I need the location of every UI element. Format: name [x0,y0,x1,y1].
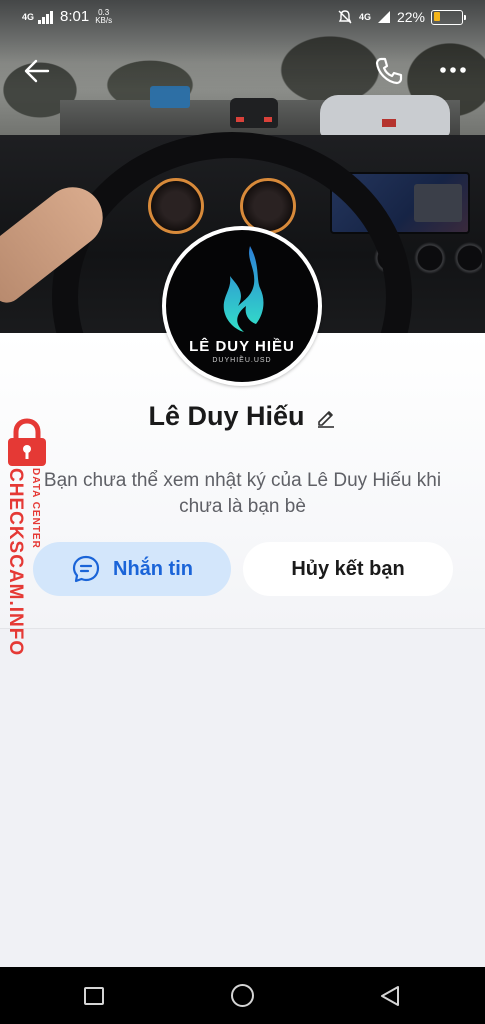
profile-name: Lê Duy Hiếu [148,400,305,431]
network-speed-unit: KB/s [95,15,113,25]
network-type: 4G [22,11,35,22]
padlock-icon [8,418,46,466]
battery-percent: 22% [396,9,425,25]
cover-car [230,98,278,128]
more-button[interactable] [438,60,468,80]
network-type-right: 4G [358,12,371,22]
battery-icon [431,9,466,25]
pencil-icon[interactable] [315,406,337,428]
status-left: 4G 8:01 0.3 KB/s [22,8,112,25]
battery-fill [433,12,440,21]
section-divider [0,628,485,629]
system-nav-bar [0,967,485,1024]
signal-icon [38,10,54,24]
status-bar: 4G 8:01 0.3 KB/s 4G 22% [0,0,485,38]
mute-icon [338,10,352,24]
back-button[interactable] [22,56,52,86]
flame-logo-icon [223,246,264,332]
arrow-left-icon [24,59,50,83]
triangle-back-icon[interactable] [378,984,402,1008]
more-dots-icon [440,67,466,73]
clock: 8:01 [60,8,90,25]
circle-icon[interactable] [231,984,254,1007]
call-button[interactable] [372,54,406,88]
avatar-logo-subtitle: DUYHIỀU.USD [212,357,272,364]
message-button[interactable]: Nhắn tin [33,542,231,596]
avatar[interactable]: LÊ DUY HIỀU DUYHIỀU.USD [162,226,322,386]
chat-bubble-icon [72,555,100,583]
avatar-logo-name: LÊ DUY HIỀU [189,338,295,355]
unfriend-button-label: Hủy kết bạn [291,557,405,580]
message-button-label: Nhắn tin [113,557,193,580]
watermark-sub-text: DATA CENTER [30,468,41,549]
status-right: 4G 22% [337,9,466,25]
profile-name-row: Lê Duy Hiếu [0,396,485,436]
watermark-main-text: CHECKSCAM.INFO [5,468,26,657]
unfriend-button[interactable]: Hủy kết bạn [243,542,453,596]
network-speed: 0.3 KB/s [95,8,113,25]
phone-icon [375,57,403,85]
cover-car [320,95,450,137]
signal-icon [377,11,390,23]
privacy-notice: Bạn chưa thể xem nhật ký của Lê Duy Hiếu… [43,470,442,517]
square-icon[interactable] [84,987,104,1005]
